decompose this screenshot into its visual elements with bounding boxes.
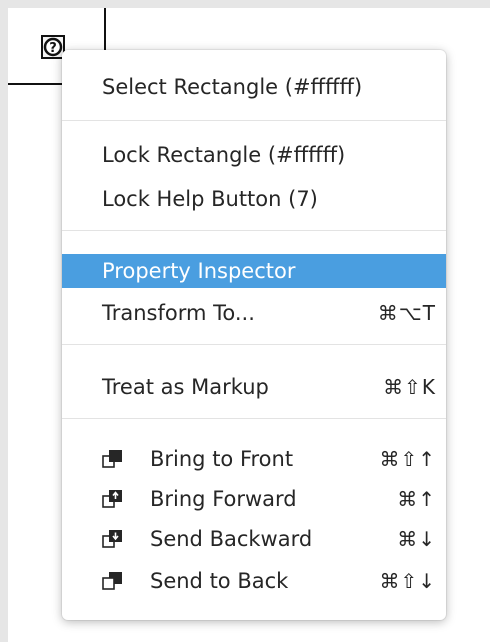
- menu-item-label: Lock Help Button (7): [102, 187, 318, 211]
- menu-item-label: Send Backward: [150, 527, 313, 551]
- menu-item-lock-rectangle[interactable]: Lock Rectangle (#ffffff): [62, 138, 446, 172]
- menu-item-label: Select Rectangle (#ffffff): [102, 75, 363, 99]
- menu-item-property-inspector[interactable]: Property Inspector: [62, 254, 446, 288]
- menu-item-shortcut: ⌘⌥T: [377, 301, 436, 325]
- menu-item-send-to-back[interactable]: Send to Back ⌘⇧↓: [62, 564, 446, 598]
- menu-item-send-backward[interactable]: Send Backward ⌘↓: [62, 522, 446, 556]
- menu-item-shortcut: ⌘⇧↑: [379, 447, 436, 471]
- menu-item-label: Treat as Markup: [102, 375, 269, 399]
- menu-item-lock-help-button[interactable]: Lock Help Button (7): [62, 182, 446, 216]
- menu-item-treat-as-markup[interactable]: Treat as Markup ⌘⇧K: [62, 370, 446, 404]
- menu-item-select-rectangle[interactable]: Select Rectangle (#ffffff): [62, 70, 446, 104]
- menu-separator: [62, 344, 446, 345]
- menu-item-label: Bring Forward: [150, 487, 297, 511]
- menu-item-shortcut: ⌘↓: [397, 527, 436, 551]
- menu-item-shortcut: ⌘↑: [397, 487, 436, 511]
- menu-item-label: Send to Back: [150, 569, 289, 593]
- menu-item-transform-to[interactable]: Transform To... ⌘⌥T: [62, 296, 446, 330]
- menu-item-shortcut: ⌘⇧↓: [379, 569, 436, 593]
- menu-item-bring-forward[interactable]: Bring Forward ⌘↑: [62, 482, 446, 516]
- menu-item-shortcut: ⌘⇧K: [383, 375, 436, 399]
- menu-separator: [62, 230, 446, 231]
- send-backward-icon: [102, 530, 122, 548]
- menu-item-label: Transform To...: [102, 301, 255, 325]
- menu-separator: [62, 120, 446, 121]
- menu-separator: [62, 418, 446, 419]
- menu-item-label: Property Inspector: [102, 259, 296, 283]
- bring-to-front-icon: [102, 450, 122, 468]
- svg-text:?: ?: [49, 41, 57, 56]
- menu-item-label: Bring to Front: [150, 447, 294, 471]
- menu-item-label: Lock Rectangle (#ffffff): [102, 143, 346, 167]
- bring-forward-icon: [102, 490, 122, 508]
- menu-item-bring-to-front[interactable]: Bring to Front ⌘⇧↑: [62, 442, 446, 476]
- send-to-back-icon: [102, 572, 122, 590]
- context-menu: Select Rectangle (#ffffff) Lock Rectangl…: [62, 50, 446, 620]
